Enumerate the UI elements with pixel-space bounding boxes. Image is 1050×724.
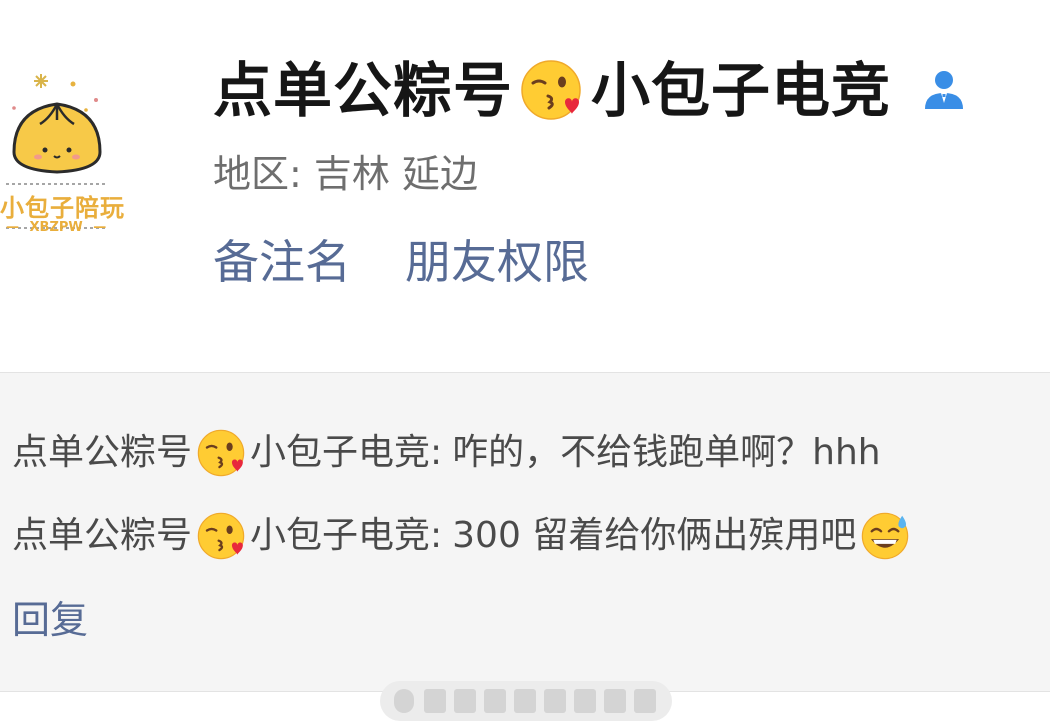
profile-name-row: 点单公粽号 小包子电竞	[213, 52, 967, 128]
friend-permissions-link[interactable]: 朋友权限	[405, 232, 589, 292]
comment-item[interactable]: 点单公粽号 小包子电竞: 300 留着给你俩出殡用吧	[12, 510, 914, 562]
kissing-face-emoji-icon	[196, 511, 246, 561]
reply-link[interactable]: 回复	[12, 594, 88, 646]
avatar[interactable]: 小包子陪玩 — XBZPW —	[0, 62, 138, 252]
person-contact-icon[interactable]	[921, 67, 967, 113]
avatar-logo-text: 小包子陪玩	[0, 194, 125, 222]
profile-action-links: 备注名 朋友权限	[213, 232, 589, 292]
contact-profile-screen: 小包子陪玩 — XBZPW — 点单公粽号 小包子电竞 地区: 吉林 延边 备注…	[0, 0, 1050, 724]
profile-name-part-1: 点单公粽号	[213, 55, 514, 125]
comment-text: 咋的，不给钱跑单啊？hhh	[452, 432, 881, 473]
comment-author-part-1: 点单公粽号	[12, 432, 193, 473]
comment-author-part-2: 小包子电竞:	[250, 432, 443, 473]
comment-author-part-1: 点单公粽号	[12, 515, 193, 556]
comment-author-part-2: 小包子电竞:	[250, 515, 443, 556]
blurred-watermark	[380, 681, 672, 721]
region-label: 地区: 吉林 延边	[213, 152, 478, 196]
kissing-face-emoji-icon	[519, 58, 583, 122]
grinning-sweat-emoji-icon	[860, 511, 910, 561]
avatar-logo-subtext: — XBZPW —	[6, 220, 107, 235]
comment-text: 300 留着给你俩出殡用吧	[452, 515, 857, 556]
comment-item[interactable]: 点单公粽号 小包子电竞: 咋的，不给钱跑单啊？hhh	[12, 427, 881, 479]
profile-name-part-2: 小包子电竞	[591, 55, 892, 125]
comment-panel: 点单公粽号 小包子电竞: 咋的，不给钱跑单啊？hhh 点单公粽号 小包子电竞: …	[0, 372, 1050, 692]
kissing-face-emoji-icon	[196, 428, 246, 478]
remark-name-link[interactable]: 备注名	[213, 232, 351, 292]
